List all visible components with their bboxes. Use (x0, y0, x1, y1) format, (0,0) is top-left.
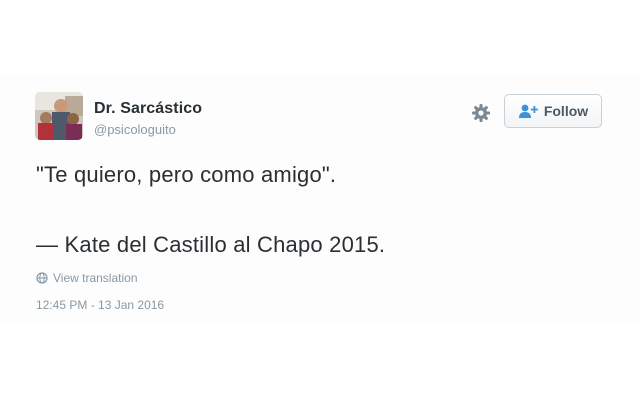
gear-icon[interactable] (470, 102, 492, 124)
tweet-text-line-1: "Te quiero, pero como amigo". (36, 162, 337, 187)
tweet-card: Dr. Sarcástico @psicologuito Follow "Te … (0, 74, 640, 324)
view-translation-link[interactable]: View translation (36, 271, 138, 285)
avatar[interactable] (35, 92, 83, 140)
add-user-icon (518, 104, 538, 118)
tweet-text-line-2: — Kate del Castillo al Chapo 2015. (36, 232, 386, 257)
follow-button[interactable]: Follow (504, 94, 602, 128)
view-translation-label: View translation (53, 271, 138, 285)
globe-icon (36, 272, 48, 284)
tweet-timestamp[interactable]: 12:45 PM - 13 Jan 2016 (36, 298, 164, 312)
display-name[interactable]: Dr. Sarcástico (94, 100, 202, 118)
user-handle[interactable]: @psicologuito (94, 122, 176, 137)
page: Dr. Sarcástico @psicologuito Follow "Te … (0, 0, 640, 400)
follow-label: Follow (543, 103, 589, 119)
